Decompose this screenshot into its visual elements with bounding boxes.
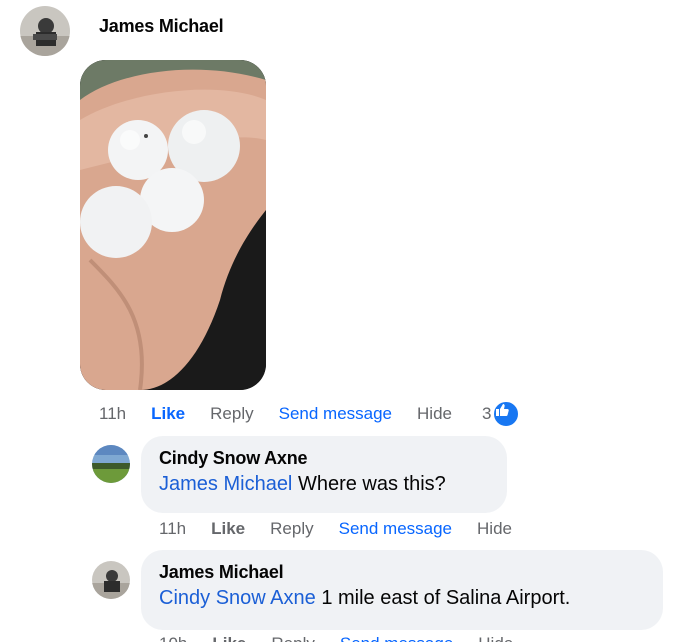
post-author-name[interactable]: James Michael (99, 16, 224, 37)
reply-1-timestamp[interactable]: 11h (159, 519, 186, 539)
reply-2-actions: 10h Like Reply Send message Hide (159, 632, 513, 642)
reply-2-body: 1 mile east of Salina Airport. (321, 587, 571, 609)
reply-2-avatar[interactable] (92, 561, 130, 599)
reply-2-mention[interactable]: Cindy Snow Axne (159, 587, 316, 609)
post-actions: 11h Like Reply Send message Hide 3 (99, 400, 521, 428)
hail-photo[interactable] (80, 60, 266, 390)
reply-1-send-message-button[interactable]: Send message (339, 519, 452, 539)
reply-1-actions: 11h Like Reply Send message Hide (159, 517, 512, 541)
reply-2-timestamp[interactable]: 10h (159, 634, 187, 642)
reply-1-like-button[interactable]: Like (211, 519, 245, 539)
post-like-button[interactable]: Like (151, 404, 185, 424)
post-reply-button[interactable]: Reply (210, 404, 253, 424)
reply-1-author[interactable]: Cindy Snow Axne (159, 448, 489, 469)
reply-1-text: James Michael Where was this? (159, 473, 489, 496)
reply-2-hide-button[interactable]: Hide (478, 634, 513, 642)
post-hide-button[interactable]: Hide (417, 404, 452, 424)
reply-2-like-button[interactable]: Like (212, 634, 246, 642)
reply-2-bubble: James Michael Cindy Snow Axne 1 mile eas… (141, 550, 663, 630)
reply-1-avatar[interactable] (92, 445, 130, 483)
reply-1-bubble: Cindy Snow Axne James Michael Where was … (141, 436, 507, 513)
reply-1-reply-button[interactable]: Reply (270, 519, 313, 539)
reply-1-mention[interactable]: James Michael (159, 473, 292, 495)
post-send-message-button[interactable]: Send message (279, 404, 392, 424)
reply-2-text: Cindy Snow Axne 1 mile east of Salina Ai… (159, 587, 645, 610)
reaction-count[interactable]: 3 (482, 404, 491, 424)
post-timestamp[interactable]: 11h (99, 404, 126, 424)
author-avatar[interactable] (20, 6, 70, 56)
reply-2-author[interactable]: James Michael (159, 562, 645, 583)
reply-1-body: Where was this? (297, 473, 446, 495)
thumbs-up-icon[interactable] (492, 400, 521, 428)
reply-1-hide-button[interactable]: Hide (477, 519, 512, 539)
reply-2-send-message-button[interactable]: Send message (340, 634, 453, 642)
reply-2-reply-button[interactable]: Reply (271, 634, 314, 642)
